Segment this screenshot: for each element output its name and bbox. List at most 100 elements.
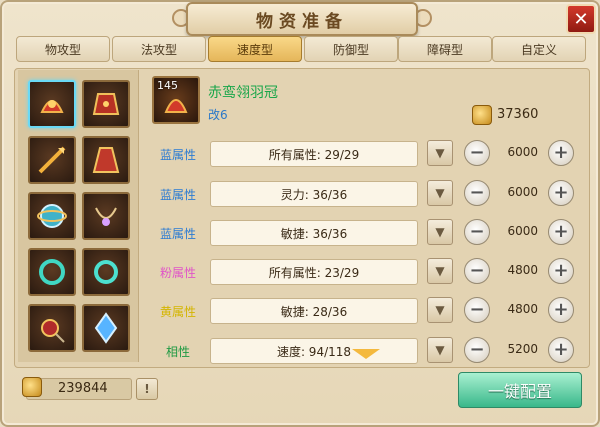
equipment-slot-crystal[interactable] — [82, 304, 130, 352]
attribute-label: 粉属性 — [159, 266, 196, 280]
tab-magic-attack[interactable]: 法攻型 — [112, 36, 206, 62]
attribute-row: 蓝属性 灵力: 36/36 ▼ − 6000 + — [150, 180, 580, 210]
plus-icon: + — [553, 221, 569, 242]
item-level: 145 — [157, 79, 178, 92]
dropdown-button[interactable]: ▼ — [427, 140, 453, 166]
attribute-amount: 4800 — [507, 263, 538, 277]
gold-icon — [472, 105, 492, 125]
decrease-button[interactable]: − — [464, 140, 490, 166]
attribute-amount: 5200 — [507, 342, 538, 356]
attribute-value[interactable]: 敏捷: 36/36 — [210, 220, 418, 246]
plus-icon: + — [553, 339, 569, 360]
item-cost: 37360 — [497, 107, 539, 122]
tab-physical-attack[interactable]: 物攻型 — [16, 36, 110, 62]
minus-icon: − — [469, 339, 485, 360]
attribute-label: 相性 — [165, 345, 190, 359]
plus-icon: + — [553, 142, 569, 163]
config-button-label: 一键配置 — [487, 382, 552, 401]
selected-item-icon: 145 — [152, 76, 200, 124]
tab-obstacle[interactable]: 障碍型 — [398, 36, 492, 62]
attribute-label: 黄属性 — [159, 305, 196, 319]
increase-button[interactable]: + — [548, 140, 574, 166]
attribute-label: 蓝属性 — [159, 188, 196, 202]
tab-speed[interactable]: 速度型 — [208, 36, 302, 62]
tab-defense[interactable]: 防御型 — [304, 36, 398, 62]
helmet-icon — [40, 100, 64, 113]
tab-label: 速度型 — [236, 42, 273, 57]
tab-label: 法攻型 — [140, 42, 177, 57]
attribute-value[interactable]: 所有属性: 23/29 — [210, 259, 418, 285]
attribute-row: 蓝属性 敏捷: 36/36 ▼ − 6000 + — [150, 219, 580, 249]
equipment-slot-orb[interactable] — [28, 192, 76, 240]
equipment-slot-armor[interactable] — [82, 80, 130, 128]
attribute-label: 蓝属性 — [159, 227, 196, 241]
one-click-config-button[interactable]: 一键配置 — [458, 372, 582, 408]
armor-icon — [92, 93, 120, 115]
equipment-slot-ring[interactable] — [82, 248, 130, 296]
minus-icon: − — [469, 299, 485, 320]
pointer-icon — [352, 349, 380, 359]
attribute-amount: 6000 — [507, 185, 538, 199]
ring-icon — [94, 260, 118, 284]
increase-button[interactable]: + — [548, 337, 574, 363]
dropdown-button[interactable]: ▼ — [427, 258, 453, 284]
equipment-slot-robe[interactable] — [82, 136, 130, 184]
increase-button[interactable]: + — [548, 180, 574, 206]
minus-icon: − — [469, 142, 485, 163]
attribute-row: 粉属性 所有属性: 23/29 ▼ − 4800 + — [150, 258, 580, 288]
close-button[interactable]: ✕ — [566, 4, 596, 34]
minus-icon: − — [469, 182, 485, 203]
decrease-button[interactable]: − — [464, 258, 490, 284]
minus-icon: − — [469, 260, 485, 281]
attribute-amount: 6000 — [507, 224, 538, 238]
weapon-icon — [38, 146, 66, 174]
attribute-value[interactable]: 敏捷: 28/36 — [210, 298, 418, 324]
bracelet-icon — [39, 259, 65, 285]
gold-total: 239844 — [58, 381, 108, 396]
equipment-slot-weapon[interactable] — [28, 136, 76, 184]
chevron-down-icon: ▼ — [435, 303, 445, 317]
chevron-down-icon: ▼ — [435, 343, 445, 357]
decrease-button[interactable]: − — [464, 180, 490, 206]
equipment-slot-bracelet[interactable] — [28, 248, 76, 296]
tab-label: 障碍型 — [426, 42, 463, 57]
equipment-slot-necklace[interactable] — [82, 192, 130, 240]
gold-icon — [22, 377, 42, 397]
tab-label: 防御型 — [332, 42, 369, 57]
necklace-icon — [95, 207, 117, 226]
attribute-row: 黄属性 敏捷: 28/36 ▼ − 4800 + — [150, 297, 580, 327]
orb-icon — [37, 204, 67, 228]
tab-label: 自定义 — [520, 42, 557, 57]
info-button[interactable]: ! — [136, 378, 158, 400]
plus-icon: + — [553, 260, 569, 281]
dropdown-button[interactable]: ▼ — [427, 297, 453, 323]
attribute-row: 蓝属性 所有属性: 29/29 ▼ − 6000 + — [150, 140, 580, 170]
increase-button[interactable]: + — [548, 297, 574, 323]
equipment-slot-helmet[interactable] — [28, 80, 76, 128]
item-subtitle: 改6 — [208, 108, 228, 122]
decrease-button[interactable]: − — [464, 337, 490, 363]
dropdown-button[interactable]: ▼ — [427, 180, 453, 206]
increase-button[interactable]: + — [548, 219, 574, 245]
plus-icon: + — [553, 299, 569, 320]
chevron-down-icon: ▼ — [435, 146, 445, 160]
dropdown-button[interactable]: ▼ — [427, 219, 453, 245]
attribute-value[interactable]: 所有属性: 29/29 — [210, 141, 418, 167]
dialog-title-plate: 物资准备 — [186, 2, 418, 36]
decrease-button[interactable]: − — [464, 297, 490, 323]
attribute-value[interactable]: 速度: 94/118 — [210, 338, 418, 364]
plus-icon: + — [553, 182, 569, 203]
attribute-amount: 4800 — [507, 302, 538, 316]
tab-label: 物攻型 — [44, 42, 81, 57]
dialog-title: 物资准备 — [256, 11, 348, 32]
dropdown-button[interactable]: ▼ — [427, 337, 453, 363]
attribute-amount: 6000 — [507, 145, 538, 159]
tab-custom[interactable]: 自定义 — [492, 36, 586, 62]
attribute-label: 蓝属性 — [159, 148, 196, 162]
attribute-value[interactable]: 灵力: 36/36 — [210, 181, 418, 207]
decrease-button[interactable]: − — [464, 219, 490, 245]
equipment-slot-amulet[interactable] — [28, 304, 76, 352]
increase-button[interactable]: + — [548, 258, 574, 284]
minus-icon: − — [469, 221, 485, 242]
chevron-down-icon: ▼ — [435, 264, 445, 278]
